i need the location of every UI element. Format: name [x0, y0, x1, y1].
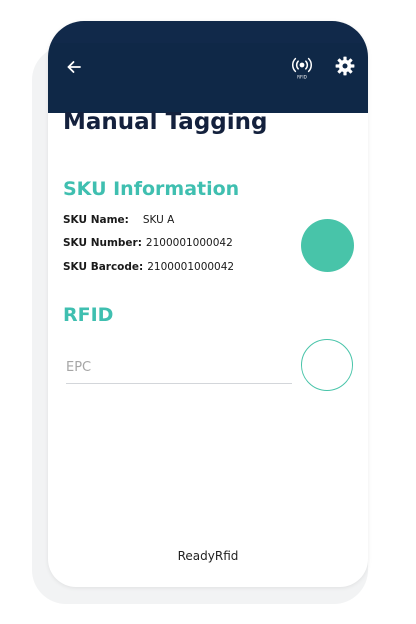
sku-status-indicator [301, 219, 354, 272]
sku-number-value: 2100001000042 [145, 237, 233, 249]
sku-number-label: SKU Number: [63, 237, 142, 249]
sku-section-title: SKU Information [63, 178, 240, 200]
rfid-broadcast-icon: RFID [291, 57, 313, 80]
footer-brand: ReadyRfid [177, 549, 239, 563]
rfid-icon-caption: RFID [297, 75, 307, 80]
rfid-scan-button[interactable] [301, 339, 353, 391]
page-title: Manual Tagging [63, 109, 268, 135]
screen: RFID Manual Tagging SKU Information SKU … [0, 0, 416, 624]
sku-number-row: SKU Number: 2100001000042 [63, 237, 233, 249]
rfid-section-title: RFID [63, 304, 114, 326]
sku-barcode-label: SKU Barcode: [63, 261, 144, 273]
app-header [48, 43, 368, 113]
sku-name-value: SKU A [142, 214, 175, 226]
settings-button[interactable] [333, 54, 357, 78]
sku-name-label: SKU Name: [63, 214, 129, 226]
sku-barcode-value: 2100001000042 [147, 261, 235, 273]
sku-name-row: SKU Name: SKU A [63, 214, 174, 226]
phone-frame: RFID Manual Tagging SKU Information SKU … [48, 21, 368, 587]
gear-icon [335, 56, 355, 76]
back-button[interactable] [62, 55, 86, 79]
epc-input[interactable] [66, 351, 292, 384]
rfid-reader-button[interactable]: RFID [288, 54, 316, 82]
arrow-left-icon [67, 61, 81, 73]
status-bar [48, 21, 368, 43]
sku-barcode-row: SKU Barcode: 2100001000042 [63, 261, 234, 273]
